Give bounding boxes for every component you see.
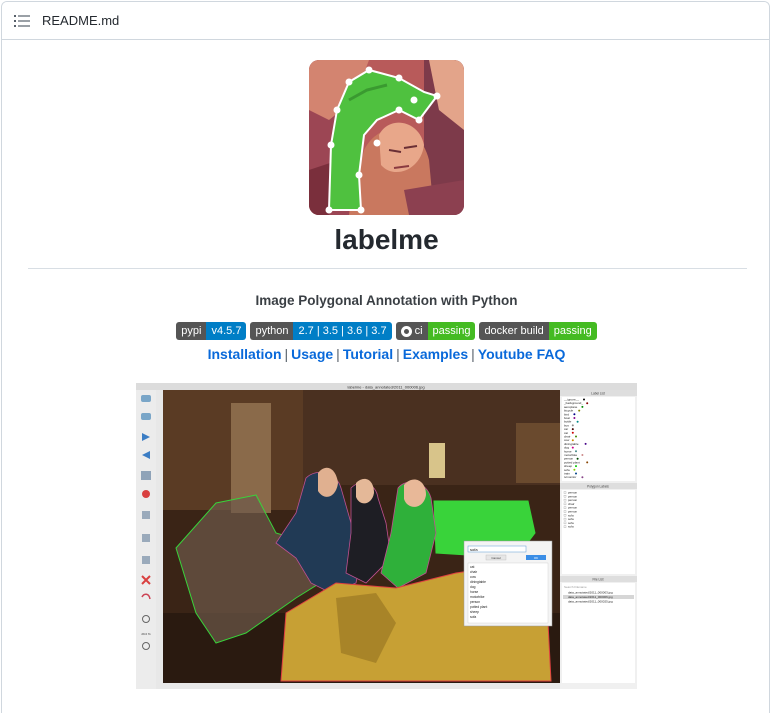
dialog-option[interactable]: cat <box>470 565 474 569</box>
list-icon[interactable] <box>14 14 30 28</box>
file-list-item[interactable]: data_annotated/2011_000025.jpg <box>568 600 613 604</box>
polygon-checkbox[interactable] <box>563 502 567 506</box>
label-color-dot <box>586 461 589 464</box>
label-color-dot <box>571 431 574 434</box>
badge-value: 2.7 | 3.5 | 3.6 | 3.7 <box>293 322 392 340</box>
zoom-level: 29.0 % <box>141 632 151 636</box>
file-list-title: File List <box>593 578 604 582</box>
label-dialog[interactable]: sofa Cancel OK catchaircowdiningtabledog… <box>463 540 553 627</box>
badge-label: pypi <box>176 322 207 340</box>
label-color-dot <box>575 472 577 475</box>
polygon-checkbox[interactable] <box>563 521 567 525</box>
app-screenshot: labelme - data_annotated/2011_000006.jpg… <box>136 383 637 689</box>
badge-label: docker build <box>479 322 549 340</box>
label-color-dot <box>573 468 576 471</box>
polygon-checkbox[interactable] <box>563 495 567 498</box>
label-color-dot <box>581 476 584 479</box>
label-color-dot <box>571 424 574 427</box>
label-color-dot <box>575 435 577 438</box>
label-color-dot <box>576 420 579 423</box>
pypi-badge[interactable]: pypi v4.5.7 <box>176 322 247 340</box>
polygon-checkbox[interactable] <box>563 510 567 513</box>
docker-build-badge[interactable]: docker build passing <box>479 322 597 340</box>
dialog-option[interactable]: motorbike <box>470 595 485 599</box>
tutorial-link[interactable]: Tutorial <box>343 346 393 362</box>
badge-value: passing <box>548 322 597 340</box>
dialog-cancel-button: Cancel <box>491 556 501 560</box>
dialog-ok-button: OK <box>534 556 538 560</box>
link-separator: | <box>336 346 340 362</box>
readme-subtitle: Image Polygonal Annotation with Python <box>255 293 518 308</box>
file-list-item[interactable]: data_annotated/2011_000003.jpg <box>568 591 613 595</box>
label-color-dot <box>573 413 576 416</box>
nav-links: Installation | Usage | Tutorial | Examples | You… <box>0 346 773 362</box>
label-list-item[interactable]: tvmonitor <box>564 475 576 479</box>
polygon-checkbox[interactable] <box>563 514 567 517</box>
installation-link[interactable]: Installation <box>208 346 282 362</box>
label-list-panel[interactable]: Label List __ignore___background_aeropla… <box>560 390 637 481</box>
polygon-labels-title: Polygon Labels <box>587 485 609 489</box>
dialog-option[interactable]: dog <box>470 585 476 589</box>
dialog-option[interactable]: sofa <box>470 615 476 619</box>
file-name: README.md <box>42 13 120 28</box>
link-separator: | <box>396 346 400 362</box>
youtube-faq-link[interactable]: Youtube FAQ <box>478 346 566 362</box>
link-separator: | <box>471 346 475 362</box>
polygon-label-item[interactable]: sofa <box>568 525 574 529</box>
image-canvas[interactable]: sofa Cancel OK catchaircowdiningtabledog… <box>163 390 560 683</box>
labelme-logo <box>309 60 464 215</box>
window-title: labelme - data_annotated/2011_000006.jpg <box>347 385 424 390</box>
examples-link[interactable]: Examples <box>403 346 468 362</box>
label-color-dot <box>575 450 577 453</box>
dialog-option[interactable]: person <box>470 600 480 604</box>
label-color-dot <box>571 428 574 431</box>
label-color-dot <box>578 409 581 412</box>
file-list-item[interactable]: data_annotated/2011_000006.jpg <box>568 595 613 599</box>
badge-value: passing <box>427 322 476 340</box>
file-list-panel[interactable]: File List Search Filename data_annotated… <box>560 576 637 683</box>
badge-label: python <box>250 322 294 340</box>
label-color-dot <box>575 465 577 468</box>
dialog-option[interactable]: sheep <box>470 610 479 614</box>
dialog-input: sofa <box>470 547 478 552</box>
dialog-option[interactable]: chair <box>470 570 478 574</box>
label-color-dot <box>586 402 589 405</box>
polygon-checkbox[interactable] <box>563 525 567 528</box>
label-color-dot <box>581 454 584 456</box>
label-color-dot <box>571 439 574 442</box>
python-badge[interactable]: python 2.7 | 3.5 | 3.6 | 3.7 <box>250 322 392 340</box>
label-color-dot <box>584 442 587 445</box>
polygon-labels-panel[interactable]: Polygon Labels personpersonpersonchairpe… <box>560 483 637 574</box>
label-color-dot <box>576 457 579 460</box>
dialog-option[interactable]: cow <box>470 575 476 579</box>
github-icon <box>400 325 412 337</box>
dialog-option[interactable]: potted plant <box>470 605 487 609</box>
label-color-dot <box>573 417 576 419</box>
badge-value: v4.5.7 <box>206 322 247 340</box>
polygon-checkbox[interactable] <box>563 506 567 509</box>
link-separator: | <box>284 346 289 362</box>
dialog-option[interactable]: diningtable <box>470 580 486 584</box>
label-color-dot <box>583 398 585 401</box>
label-color-dot <box>571 446 574 449</box>
label-color-dot <box>581 405 584 408</box>
polygon-checkbox[interactable] <box>563 491 567 494</box>
dialog-option[interactable]: horse <box>470 590 478 594</box>
readme-title: labelme <box>334 224 439 255</box>
polygon-checkbox[interactable] <box>563 517 567 521</box>
title-divider <box>28 268 747 269</box>
ci-badge[interactable]: ci passing <box>395 322 476 340</box>
usage-link[interactable]: Usage <box>291 346 333 362</box>
badge-row: pypi v4.5.7 python 2.7 | 3.5 | 3.6 | 3.7… <box>0 322 773 340</box>
file-search-input: Search Filename <box>564 585 587 589</box>
badge-label: ci <box>414 325 423 337</box>
polygon-checkbox[interactable] <box>563 498 567 502</box>
badge-label-wrap: ci <box>395 322 428 340</box>
file-header: README.md <box>2 2 769 40</box>
label-list-title: Label List <box>591 392 605 396</box>
